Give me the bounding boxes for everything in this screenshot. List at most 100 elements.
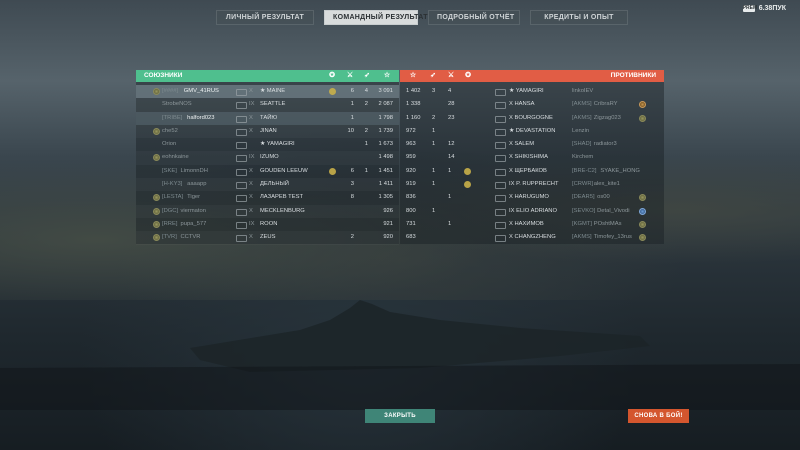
ship-name: ★ MAINE [260,88,286,94]
ally-row[interactable]: [RRE] pupa_577 IX ROON 921 [136,218,399,231]
enemy-row[interactable]: 731 1 X НАХИМОВ [KGMT] POshtMAs [400,218,664,231]
premium-balance: PREM 6.38ПУК [742,5,786,12]
rank-badge-icon [153,207,160,215]
ship-name: ★ YAMAGIRI [260,141,295,148]
ship-class-icon [236,208,247,216]
ship-class-icon [236,142,247,150]
ally-row[interactable]: [DGC] viermaton X MECKLENBURG 926 [136,205,399,218]
ship-name: ROON [260,220,278,227]
kills-value: 12 [448,141,455,148]
medal-icon: ✪ [329,72,335,79]
achievement-icon [464,167,471,175]
enemy-row[interactable]: 963 1 12 X SALEM [SHAD] radiator3 [400,138,664,151]
rank-badge-icon [639,207,646,215]
ribbons-value: 3 [432,88,436,94]
enemy-row[interactable]: 920 1 1 X ЩЕРБАКОВ [BRE-C2] SYAKE_HONG [400,165,664,178]
enemy-row[interactable]: 1 402 3 4 ★ YAMAGIRI linkoIEV [400,85,664,98]
ally-row[interactable]: Orion ★ YAMAGIRI 1 1 673 [136,138,399,151]
ribbons-value: 1 [364,141,368,148]
ally-row[interactable]: che52 X JINAN 10 2 1 739 [136,125,399,138]
rank-badge-icon [639,234,646,242]
ship-class-icon [236,168,247,176]
result-tabs: ЛИЧНЫЙ РЕЗУЛЬТАТ КОМАНДНЫЙ РЕЗУЛЬТАТ ПОД… [216,10,628,25]
rank-badge-icon [639,114,646,122]
rank-badge-icon [153,127,160,135]
ship-tier: X [249,88,253,94]
ship-name: X SALEM [509,141,535,148]
base-exp-value: 731 [406,220,416,227]
ship-class-icon [495,155,506,163]
rank-badge-icon [153,220,160,228]
enemy-row[interactable]: 919 1 IX P. RUPPRECHT [CRWR] alex_kite1 [400,178,664,191]
ship-name: X HARUGUMO [509,194,549,201]
rank-badge-icon [153,88,160,95]
player-clan: [DEAR5] [572,194,595,201]
enemy-row[interactable]: 836 1 X HARUGUMO [DEAR5] os00 [400,191,664,204]
kills-value: 28 [448,101,455,108]
player-name: halford023 [187,114,215,121]
kills-value: 8 [350,194,354,201]
kills-value: 6 [350,167,354,174]
ship-tier: X [249,234,253,241]
enemy-row[interactable]: 1 160 2 23 X BOURGOGNE [AKMS] Zigzag023 [400,112,664,125]
player-name: StrobeNOS [162,101,192,108]
enemy-row[interactable]: 972 1 ★ DEVASTATION Lenzin [400,125,664,138]
ally-row[interactable]: [LESTA] Tiger X ЛАЗАРЕВ TEST 8 1 305 [136,191,399,204]
enemies-list: 1 402 3 4 ★ YAMAGIRI linkoIEV 1 338 28 X HANSA [… [400,85,664,245]
enemy-row[interactable]: 959 14 X SHIKISHIMA Kirchem [400,151,664,164]
ship-class-icon [495,195,506,203]
rank-badge-icon [153,154,160,162]
battle-again-button[interactable]: СНОВА В БОЙ! [628,409,689,423]
ally-row[interactable]: [TRIBE] halford023 X ТАЙЮ 1 1 798 [136,111,399,125]
ship-tier: X [249,127,253,134]
close-button[interactable]: ЗАКРЫТЬ [365,409,435,423]
player-name: Timofey_13rus [593,234,632,241]
ship-class-icon [495,102,506,110]
enemies-header: ☆ ➶ ⚔ ✪ ПРОТИВНИКИ [400,70,664,82]
tab-credits-experience[interactable]: КРЕДИТЫ И ОПЫТ [530,10,628,25]
enemy-row[interactable]: 683 X CHANGZHENG [AKMS] Timofey_13rus [400,231,664,244]
ally-row[interactable]: StrobeNOS IX SEATTLE 1 2 2 087 [136,98,399,111]
enemy-row[interactable]: 800 1 IX ELIO ADRIANO [SEVKO] Detal_Vivodi [400,205,664,218]
ship-class-icon [495,89,506,96]
ship-name: IX ELIO ADRIANO [509,207,557,214]
ribbons-value: 1 [432,127,436,134]
base-exp-value: 920 [383,234,393,241]
tab-detailed-report[interactable]: ПОДРОБНЫЙ ОТЧЁТ [428,10,520,25]
player-name: Lenzin [572,127,590,134]
player-name: che52 [162,127,178,134]
ship-name: SEATTLE [260,101,286,108]
ship-class-icon [236,115,247,123]
enemy-row[interactable]: 1 338 28 X HANSA [AKMS] CribraRY [400,98,664,111]
player-clan: [CRWR] [572,181,594,188]
tab-personal-result[interactable]: ЛИЧНЫЙ РЕЗУЛЬТАТ [216,10,314,25]
ship-name: X CHANGZHENG [509,234,556,241]
player-name: GMV_41RUS [183,88,219,94]
medal-icon: ✪ [465,72,471,79]
ally-row[interactable]: [SKE] LimonnDH X GOUDEN LEEUW 6 1 1 451 [136,165,399,178]
player-clan: [TRIBE] [162,114,183,121]
base-exp-value: 959 [406,154,416,161]
ship-class-icon [495,235,506,243]
player-name: eohnkaine [162,154,189,161]
ally-row[interactable]: [H-KY3] aaaapp X ДЕЛЬНЫЙ 3 1 411 [136,178,399,191]
player-clan: [AKMS] [572,234,592,241]
tab-team-result[interactable]: КОМАНДНЫЙ РЕЗУЛЬТАТ [324,10,428,25]
base-exp-value: 1 160 [406,114,421,121]
player-clan: [LESTA] [162,194,184,201]
player-name: linkoIEV [572,88,594,94]
kills-value: 23 [448,114,455,121]
star-icon: ☆ [383,72,391,79]
ally-row[interactable]: [TVR] CCTVR X ZEUS 2 920 [136,231,399,244]
ship-tier: X [249,181,253,188]
ally-row[interactable]: eohnkaine IX IZUMO 1 498 [136,151,399,164]
base-exp-value: 1 798 [378,114,393,121]
kills-value: 1 [350,114,354,121]
ally-row[interactable]: [####] GMV_41RUS X ★ MAINE 6 4 3 091 [136,85,399,99]
ship-tier: X [249,194,253,201]
ship-class-icon [236,102,247,110]
ship-class-icon [495,142,506,150]
ship-tier: IX [249,101,255,108]
rank-badge-icon [153,234,160,242]
base-exp-value: 919 [406,181,416,188]
